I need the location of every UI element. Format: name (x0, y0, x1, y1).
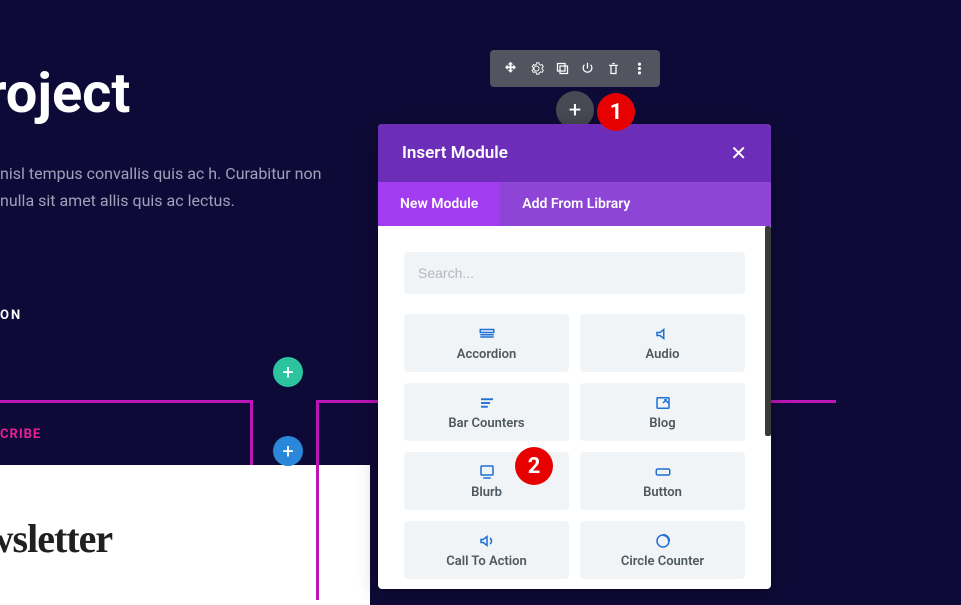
add-section-button[interactable]: + (273, 357, 303, 387)
module-bar-counters[interactable]: Bar Counters (404, 383, 569, 441)
module-label: Blog (649, 416, 675, 431)
module-call-to-action[interactable]: Call To Action (404, 521, 569, 579)
module-label: Accordion (457, 347, 516, 362)
subscribe-label: CRIBE (0, 427, 46, 447)
tab-new-module[interactable]: New Module (378, 182, 500, 226)
search-input[interactable] (404, 252, 745, 294)
module-audio[interactable]: Audio (580, 314, 745, 372)
close-icon[interactable]: ✕ (730, 141, 747, 165)
annotation-marker-2: 2 (515, 447, 553, 485)
accordion-icon (478, 325, 496, 343)
more-icon[interactable] (629, 59, 649, 79)
background-button-label: ON (0, 308, 22, 323)
audio-icon (654, 325, 672, 343)
scrollbar-thumb[interactable] (765, 226, 771, 436)
module-circle-counter[interactable]: Circle Counter (580, 521, 745, 579)
modal-tabs: New Module Add From Library (378, 182, 771, 226)
page-heading: Project (0, 60, 130, 126)
module-button[interactable]: Button (580, 452, 745, 510)
duplicate-icon[interactable] (552, 59, 572, 79)
module-accordion[interactable]: Accordion (404, 314, 569, 372)
modal-title: Insert Module (402, 143, 508, 163)
module-grid: Accordion Audio Bar Counters Blog (404, 314, 745, 589)
annotation-marker-1: 1 (597, 93, 635, 131)
blurb-icon (478, 463, 496, 481)
add-row-button[interactable]: + (273, 436, 303, 466)
newsletter-title: Newsletter (0, 515, 340, 562)
blog-icon (654, 394, 672, 412)
modal-header: Insert Module ✕ (378, 124, 771, 182)
module-label: Audio (646, 347, 680, 362)
delete-icon[interactable] (603, 59, 623, 79)
module-label: Button (643, 485, 682, 500)
module-label: Bar Counters (448, 416, 524, 431)
module-toolbar (490, 50, 660, 87)
tab-add-from-library[interactable]: Add From Library (500, 182, 652, 226)
page-paragraph: nisl tempus convallis quis ac h. Curabit… (0, 160, 340, 214)
module-blog[interactable]: Blog (580, 383, 745, 441)
move-icon[interactable] (501, 59, 521, 79)
module-label: Circle Counter (621, 554, 704, 569)
settings-icon[interactable] (526, 59, 546, 79)
button-icon (654, 463, 672, 481)
newsletter-section: Newsletter (0, 465, 370, 605)
power-icon[interactable] (578, 59, 598, 79)
cta-icon (478, 532, 496, 550)
bars-icon (478, 394, 496, 412)
module-label: Blurb (471, 485, 502, 500)
insert-module-modal: Insert Module ✕ New Module Add From Libr… (378, 124, 771, 589)
module-label: Call To Action (446, 554, 527, 569)
modal-body: Accordion Audio Bar Counters Blog (378, 226, 771, 589)
circle-icon (654, 532, 672, 550)
